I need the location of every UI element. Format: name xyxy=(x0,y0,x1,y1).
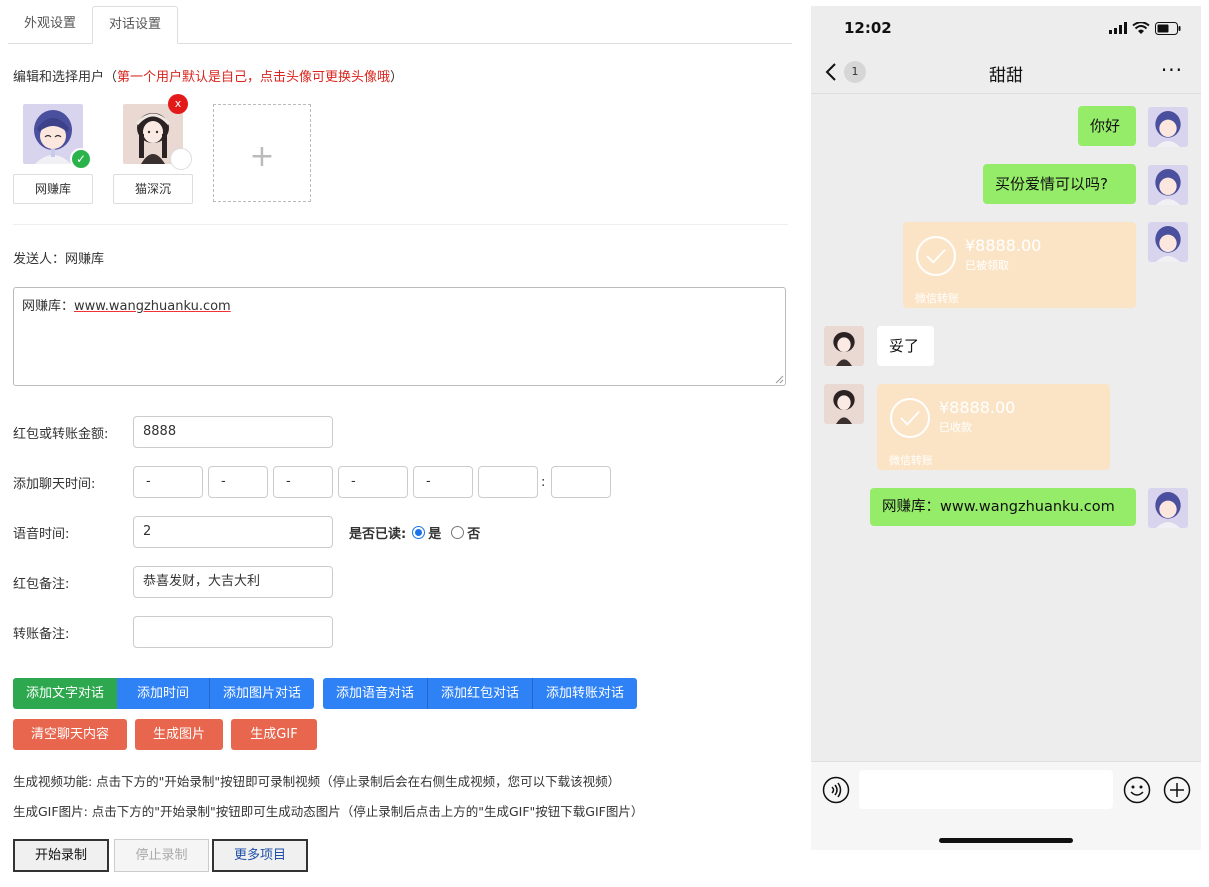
delete-user-icon[interactable]: x xyxy=(168,94,188,114)
add-text-button[interactable]: 添加文字对话 xyxy=(13,678,118,709)
year-select[interactable]: - xyxy=(133,466,203,498)
read-status-label: 是否已读: xyxy=(349,526,407,542)
signal-icon xyxy=(1109,22,1127,34)
transfer-card[interactable]: ¥8888.00 已收款 微信转账 xyxy=(877,384,1110,470)
time-colon: : xyxy=(541,474,546,490)
redpacket-note-input[interactable]: 恭喜发财，大吉大利 xyxy=(133,566,333,598)
read-yes-radio[interactable]: 是 xyxy=(412,523,441,542)
redpacket-note-label: 红包备注: xyxy=(13,576,70,592)
minute-select[interactable] xyxy=(551,466,612,498)
amount-label: 红包或转账金额: xyxy=(13,426,109,442)
tab-bar: 外观设置 对话设置 xyxy=(8,6,792,44)
wifi-icon xyxy=(1132,21,1150,34)
user-name-field[interactable]: 猫深沉 xyxy=(113,174,193,204)
user-card-1[interactable]: ✓ 网赚库 xyxy=(13,104,93,204)
add-voice-button[interactable]: 添加语音对话 xyxy=(323,678,429,709)
stop-record-button[interactable]: 停止录制 xyxy=(114,839,209,872)
plus-icon: + xyxy=(249,139,275,174)
transfer-note-input[interactable] xyxy=(133,616,333,648)
generate-group: 清空聊天内容 生成图片 生成GIF xyxy=(13,719,325,750)
chat-bubble-text: 买份爱情可以吗? xyxy=(983,164,1136,204)
plus-circle-icon[interactable] xyxy=(1163,776,1191,804)
time-label: 添加聊天时间: xyxy=(13,476,96,492)
generate-gif-button[interactable]: 生成GIF xyxy=(231,719,317,750)
home-indicator xyxy=(939,838,1073,843)
transfer-note-row: 转账备注: xyxy=(13,616,333,648)
add-image-button[interactable]: 添加图片对话 xyxy=(210,678,315,709)
emoji-icon[interactable] xyxy=(1123,776,1151,804)
add-user-button[interactable]: + xyxy=(213,104,311,202)
status-time: 12:02 xyxy=(844,19,892,37)
add-time-button[interactable]: 添加时间 xyxy=(117,678,211,709)
friend-avatar[interactable] xyxy=(824,384,864,424)
check-circle-icon xyxy=(916,236,956,276)
friend-avatar[interactable] xyxy=(824,326,864,366)
gif-info: 生成GIF图片: 点击下方的"开始录制"按钮即可生成动态图片（停止录制后点击上方… xyxy=(13,804,644,819)
time-row: 添加聊天时间: - - - - - : xyxy=(13,466,612,498)
voice-label: 语音时间: xyxy=(13,526,70,542)
add-dialog-group-1: 添加文字对话 添加时间 添加图片对话 xyxy=(13,678,315,709)
add-dialog-group-2: 添加语音对话 添加红包对话 添加转账对话 xyxy=(323,678,638,709)
chat-bubble-text: 网赚库：www.wangzhuanku.com xyxy=(870,488,1136,526)
user-card-2[interactable]: 猫深沉 xyxy=(113,104,193,204)
ampm-select[interactable]: - xyxy=(413,466,473,498)
message-textarea[interactable]: 网赚库：www.wangzhuanku.com xyxy=(13,287,786,386)
divider xyxy=(13,224,788,225)
radio-unchecked-icon xyxy=(451,525,465,539)
transfer-card[interactable]: ¥8888.00 已被领取 微信转账 xyxy=(903,222,1136,308)
clear-chat-button[interactable]: 清空聊天内容 xyxy=(13,719,127,750)
tab-dialog[interactable]: 对话设置 xyxy=(92,6,179,44)
chat-message-input[interactable] xyxy=(859,770,1113,809)
amount-input[interactable]: 8888 xyxy=(133,416,333,448)
chat-input-bar xyxy=(811,761,1201,850)
sender-label: 发送人：网赚库 xyxy=(13,252,105,267)
radio-checked-icon xyxy=(412,525,426,539)
weekday-select[interactable]: - xyxy=(338,466,408,498)
more-icon[interactable]: ··· xyxy=(1161,58,1183,82)
day-select[interactable]: - xyxy=(273,466,333,498)
add-transfer-button[interactable]: 添加转账对话 xyxy=(533,678,638,709)
status-bar: 12:02 xyxy=(811,6,1201,50)
chat-bubble-text: 你好 xyxy=(1078,106,1136,146)
chat-bubble-text: 妥了 xyxy=(877,326,934,366)
chat-navbar: 1 甜甜 ··· xyxy=(811,50,1201,94)
voice-row: 语音时间: 2 是否已读: 是 否 xyxy=(13,516,480,548)
my-avatar[interactable] xyxy=(1148,165,1188,205)
my-avatar[interactable] xyxy=(1148,107,1188,147)
redpacket-note-row: 红包备注: 恭喜发财，大吉大利 xyxy=(13,566,333,598)
tab-appearance[interactable]: 外观设置 xyxy=(8,6,92,44)
more-projects-button[interactable]: 更多项目 xyxy=(212,839,308,872)
transfer-note-label: 转账备注: xyxy=(13,626,70,642)
month-select[interactable]: - xyxy=(208,466,268,498)
battery-icon xyxy=(1155,21,1181,35)
settings-panel: 外观设置 对话设置 编辑和选择用户（第一个用户默认是自己，点击头像可更换头像哦）… xyxy=(8,6,792,886)
voice-duration-input[interactable]: 2 xyxy=(133,516,333,548)
user-list: ✓ 网赚库 猫深沉 + xyxy=(13,104,311,204)
voice-icon[interactable] xyxy=(822,776,850,804)
chat-title: 甜甜 xyxy=(989,66,1023,86)
check-circle-icon xyxy=(890,398,930,438)
start-record-button[interactable]: 开始录制 xyxy=(13,839,109,872)
hour-select[interactable] xyxy=(478,466,538,498)
generate-image-button[interactable]: 生成图片 xyxy=(135,719,223,750)
resize-handle-icon[interactable] xyxy=(774,374,784,384)
user-name-field[interactable]: 网赚库 xyxy=(13,174,93,204)
amount-row: 红包或转账金额: 8888 xyxy=(13,416,333,448)
unselected-circle-icon[interactable] xyxy=(170,148,192,170)
read-no-radio[interactable]: 否 xyxy=(451,523,480,542)
user-hint-red: 第一个用户默认是自己，点击头像可更换头像哦 xyxy=(117,70,391,85)
add-redpacket-button[interactable]: 添加红包对话 xyxy=(428,678,534,709)
video-info: 生成视频功能: 点击下方的"开始录制"按钮即可录制视频（停止录制后会在右侧生成视… xyxy=(13,774,621,789)
user-hint: 编辑和选择用户（第一个用户默认是自己，点击头像可更换头像哦） xyxy=(13,70,404,85)
phone-preview: 12:02 1 甜甜 ··· 你好 买份爱情可以吗? ¥8888.00 已被领取… xyxy=(811,6,1201,850)
my-avatar[interactable] xyxy=(1148,222,1188,262)
selected-check-icon: ✓ xyxy=(70,148,92,170)
my-avatar[interactable] xyxy=(1148,488,1188,528)
